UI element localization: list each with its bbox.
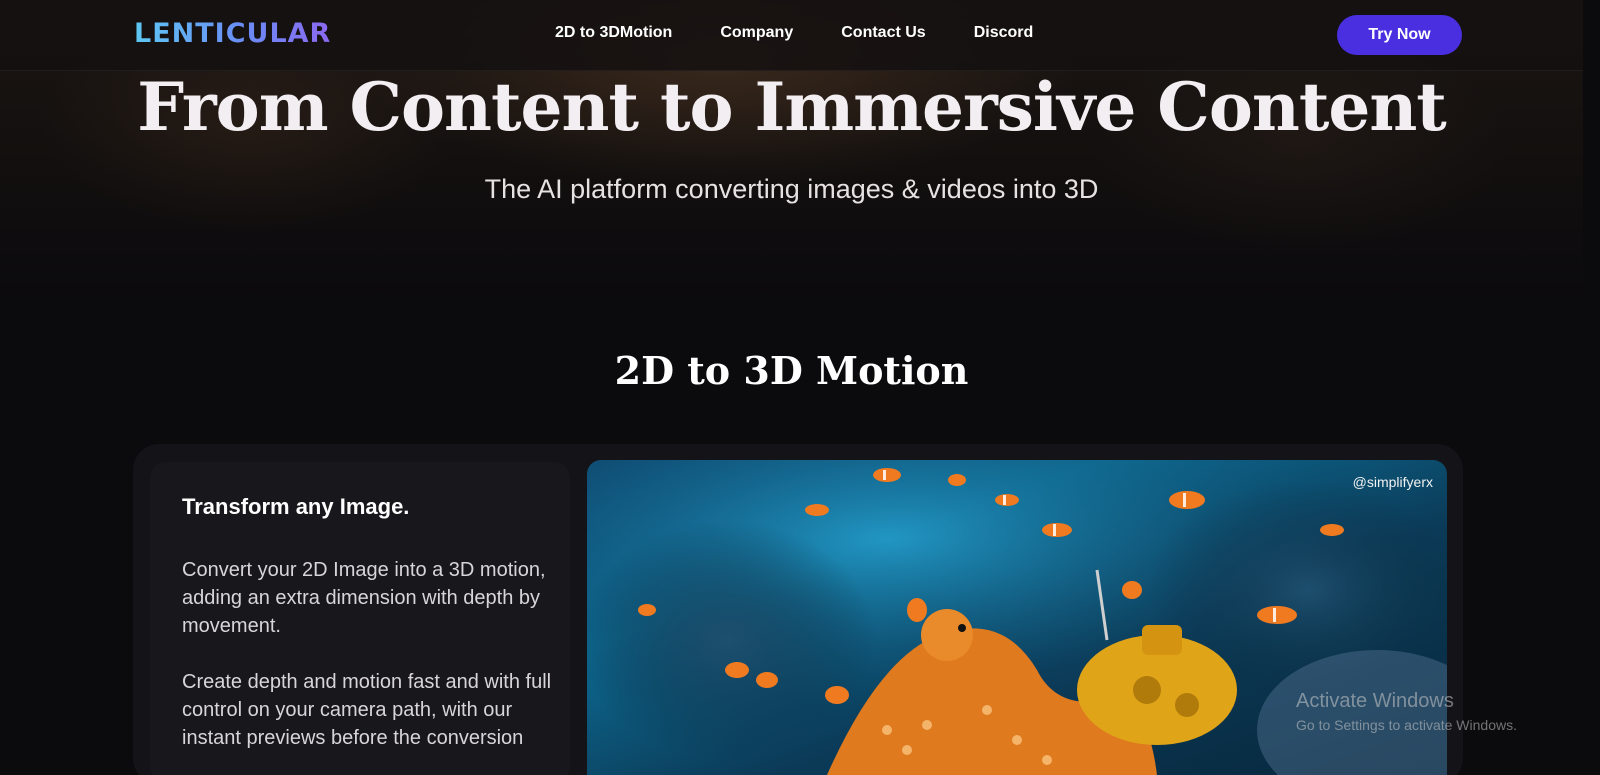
nav-company[interactable]: Company (720, 24, 793, 42)
image-credit: @simplifyerx (1352, 474, 1433, 490)
page-scrollbar[interactable] (1583, 0, 1600, 775)
nav-2d-to-3d-motion[interactable]: 2D to 3DMotion (555, 24, 672, 42)
hero-title: From Content to Immersive Content (137, 68, 1447, 146)
section-title: 2D to 3D Motion (614, 348, 969, 393)
feature-heading: Transform any Image. (182, 494, 410, 519)
watermark-title: Activate Windows (1296, 690, 1454, 712)
lenticular-logo[interactable]: LENTICULAR (134, 18, 331, 49)
hero-subtitle: The AI platform converting images & vide… (484, 174, 1099, 204)
windows-activation-watermark: Activate Windows Go to Settings to activ… (1296, 690, 1517, 733)
feature-paragraph-2: Create depth and motion fast and with fu… (182, 671, 552, 749)
nav-contact-us[interactable]: Contact Us (841, 24, 925, 42)
nav-discord[interactable]: Discord (974, 24, 1034, 42)
watermark-subtitle: Go to Settings to activate Windows. (1296, 717, 1517, 733)
feature-paragraph-1: Convert your 2D Image into a 3D motion, … (182, 559, 546, 637)
main-nav: 2D to 3DMotion Company Contact Us Discor… (555, 24, 1081, 42)
try-now-button[interactable]: Try Now (1337, 15, 1462, 55)
top-navbar: LENTICULAR 2D to 3DMotion Company Contac… (0, 0, 1583, 71)
